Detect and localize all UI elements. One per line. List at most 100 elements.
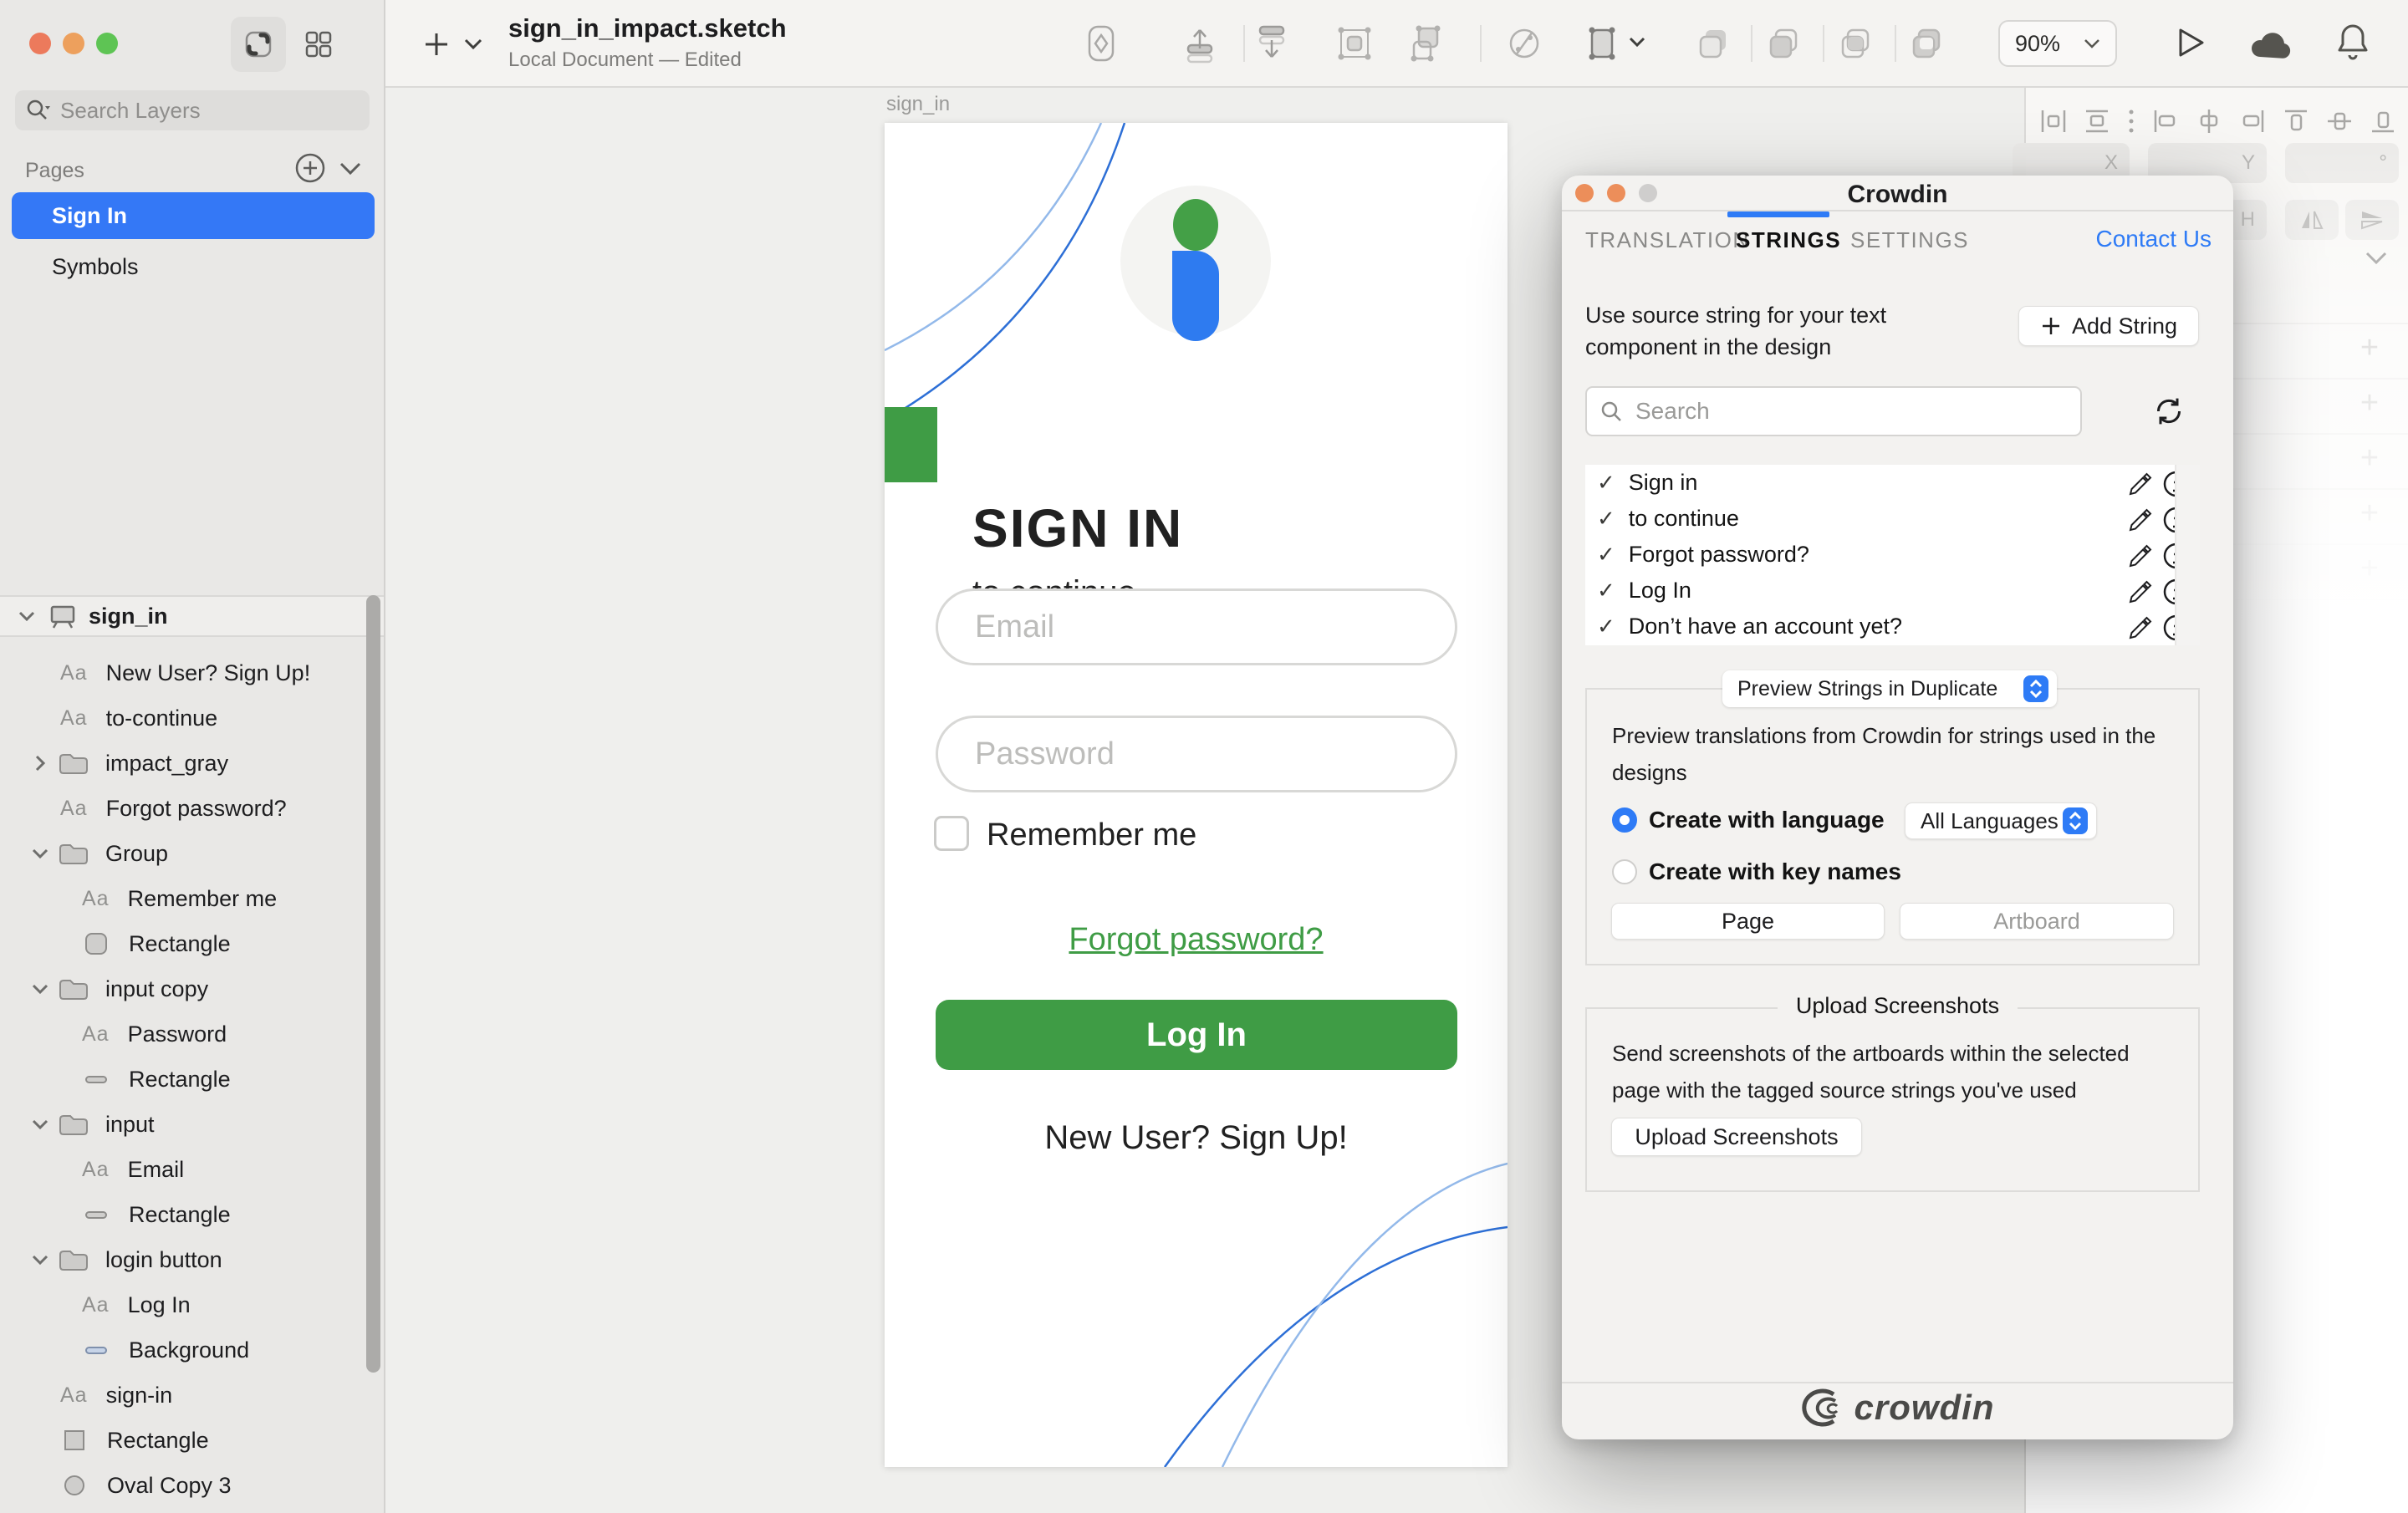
add-style-button[interactable]: + <box>2355 446 2384 474</box>
sidebar-scrollbar[interactable] <box>366 595 380 1373</box>
contact-us-link[interactable]: Contact Us <box>2096 226 2212 252</box>
align-bottom-icon[interactable] <box>2369 107 2397 135</box>
chevron-down-icon[interactable] <box>32 1119 48 1130</box>
distribute-vertical-icon[interactable] <box>2083 107 2111 135</box>
tab-translation[interactable]: TRANSLATION <box>1585 227 1750 253</box>
layer-row[interactable]: AaForgot password? <box>0 786 368 831</box>
strings-search-field[interactable] <box>1585 386 2082 436</box>
difference-icon[interactable] <box>1909 25 1946 62</box>
align-left-icon[interactable] <box>2151 107 2180 135</box>
tab-strings[interactable]: STRINGS <box>1736 227 1841 253</box>
bring-forward-icon[interactable] <box>1180 23 1220 64</box>
layer-row[interactable]: Background <box>0 1327 368 1373</box>
layer-row[interactable]: input <box>0 1102 368 1147</box>
notifications-bell-icon[interactable] <box>2334 22 2372 64</box>
union-icon[interactable] <box>1696 25 1732 62</box>
layer-row[interactable]: Rectangle <box>0 1057 368 1102</box>
sidebar-page-sign-in[interactable]: Sign In <box>12 192 375 239</box>
search-layers-input[interactable] <box>59 97 329 125</box>
group-icon[interactable] <box>1334 23 1375 64</box>
add-shape-icon[interactable] <box>422 30 451 59</box>
resize-icon[interactable] <box>1582 23 1622 64</box>
add-style-button[interactable]: + <box>2355 390 2384 419</box>
edit-pencil-icon[interactable] <box>2126 543 2153 570</box>
layer-row[interactable]: Aasign-in <box>0 1373 368 1418</box>
layer-row[interactable]: AaRemember me <box>0 876 368 921</box>
ungroup-icon[interactable] <box>1407 23 1447 64</box>
chevron-right-icon[interactable] <box>35 755 46 772</box>
add-style-button[interactable]: + <box>2355 335 2384 364</box>
add-chevron-icon[interactable] <box>464 38 482 50</box>
search-layers-field[interactable] <box>15 90 370 130</box>
layer-root-row[interactable]: sign_in <box>0 595 384 637</box>
subtract-icon[interactable] <box>1766 25 1803 62</box>
strings-list-scrollbar[interactable] <box>2175 465 2200 645</box>
layer-row[interactable]: Rectangle <box>0 1192 368 1237</box>
artboard-sign-in[interactable]: SIGN IN to continue Email Password Remem… <box>885 123 1508 1467</box>
cloud-sync-icon[interactable] <box>2248 27 2293 60</box>
string-row[interactable]: ✓Log In <box>1585 573 2200 609</box>
align-right-icon[interactable] <box>2238 107 2267 135</box>
distribute-horizontal-icon[interactable] <box>2039 107 2068 135</box>
chevron-down-icon[interactable] <box>32 848 48 859</box>
layer-row[interactable]: login button <box>0 1237 368 1282</box>
tab-settings[interactable]: SETTINGS <box>1850 227 1969 253</box>
string-row[interactable]: ✓Forgot password? <box>1585 537 2200 573</box>
layer-row[interactable]: AaPassword <box>0 1011 368 1057</box>
window-close-button[interactable] <box>29 33 51 54</box>
upload-screenshots-button[interactable]: Upload Screenshots <box>1611 1118 1862 1156</box>
layer-row[interactable]: AaNew User? Sign Up! <box>0 650 368 695</box>
rotation-field[interactable]: ° <box>2285 143 2399 183</box>
section-collapse-icon[interactable] <box>2365 252 2387 265</box>
edit-pencil-icon[interactable] <box>2126 507 2153 534</box>
zoom-select[interactable]: 90% <box>1998 20 2117 67</box>
strings-search-input[interactable] <box>1634 397 2038 425</box>
intersect-icon[interactable] <box>1838 25 1875 62</box>
align-middle-v-icon[interactable] <box>2325 107 2354 135</box>
layer-row[interactable]: AaLog In <box>0 1282 368 1327</box>
layer-row[interactable]: Rectangle <box>0 1418 368 1463</box>
preview-play-icon[interactable] <box>2171 23 2209 62</box>
add-string-button[interactable]: Add String <box>2018 306 2199 346</box>
layer-row[interactable]: impact_gray <box>0 741 368 786</box>
layer-row[interactable]: input copy <box>0 966 368 1011</box>
view-toggle-components[interactable] <box>291 17 346 72</box>
resize-chevron-icon[interactable] <box>1629 37 1645 48</box>
chevron-down-icon[interactable] <box>32 1255 48 1266</box>
edit-pencil-icon[interactable] <box>2126 579 2153 606</box>
artboard-button[interactable]: Artboard <box>1900 903 2174 940</box>
layer-row[interactable]: Group <box>0 831 368 876</box>
string-row[interactable]: ✓to continue <box>1585 501 2200 537</box>
layer-row[interactable]: Oval Copy 3 <box>0 1463 368 1508</box>
flip-vertical-button[interactable] <box>2345 200 2399 240</box>
view-toggle-canvas[interactable] <box>231 17 286 72</box>
window-zoom-button[interactable] <box>96 33 118 54</box>
refresh-icon[interactable] <box>2152 395 2186 428</box>
chevron-down-icon[interactable] <box>32 984 48 995</box>
add-style-button[interactable]: + <box>2355 501 2384 529</box>
flip-horizontal-button[interactable] <box>2285 200 2339 240</box>
page-button[interactable]: Page <box>1611 903 1885 940</box>
layer-row[interactable]: Rectangle <box>0 921 368 966</box>
preview-strings-dropdown[interactable]: Preview Strings in Duplicate <box>1722 670 2057 707</box>
edit-pencil-icon[interactable] <box>2126 615 2153 642</box>
pages-collapse-icon[interactable] <box>339 162 361 176</box>
artboard-title[interactable]: sign_in <box>886 93 950 116</box>
add-page-icon[interactable] <box>294 152 326 184</box>
insert-symbol-icon[interactable] <box>1081 23 1121 64</box>
no-style-icon[interactable] <box>1504 23 1544 64</box>
language-select[interactable]: All Languages <box>1905 802 2097 839</box>
more-options-icon[interactable] <box>2126 107 2136 135</box>
string-row[interactable]: ✓Don’t have an account yet? <box>1585 609 2200 644</box>
send-backward-icon[interactable] <box>1252 23 1292 64</box>
chevron-down-icon[interactable] <box>18 611 35 622</box>
layer-row[interactable]: Aato-continue <box>0 695 368 741</box>
sidebar-page-symbols[interactable]: Symbols <box>12 246 375 288</box>
string-row[interactable]: ✓Sign in <box>1585 465 2200 501</box>
align-center-h-icon[interactable] <box>2195 107 2223 135</box>
layer-row[interactable]: AaEmail <box>0 1147 368 1192</box>
add-style-button[interactable]: + <box>2355 556 2384 584</box>
align-top-icon[interactable] <box>2282 107 2310 135</box>
window-minimize-button[interactable] <box>63 33 84 54</box>
edit-pencil-icon[interactable] <box>2126 471 2153 498</box>
